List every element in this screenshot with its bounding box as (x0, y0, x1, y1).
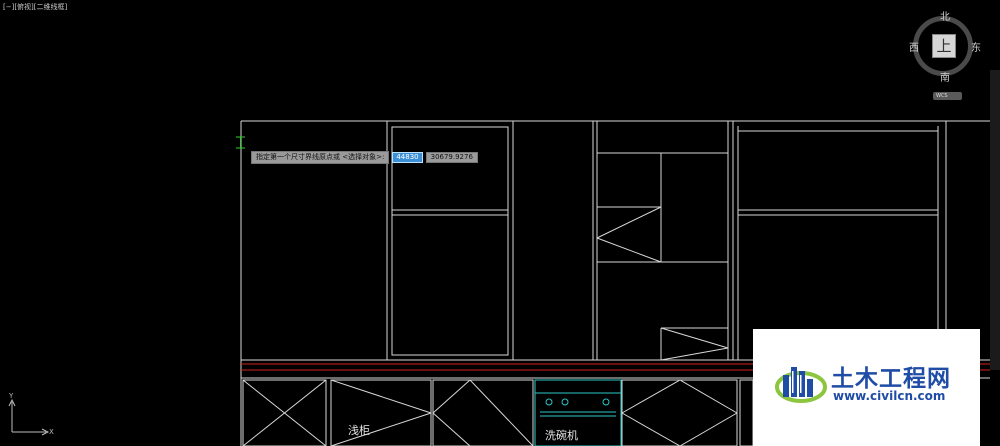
diag-a[interactable] (596, 206, 662, 239)
right-scroll-strip[interactable] (990, 70, 1000, 370)
wcs-menu-button[interactable]: WCS (933, 92, 962, 100)
dishwasher-knob-2[interactable] (561, 398, 569, 406)
lower-door-5-diag-c[interactable] (621, 412, 681, 446)
watermark-title: 土木工程网 (831, 366, 951, 392)
lower-door-5-diag-d[interactable] (679, 412, 738, 446)
ucs-icon: Y X (8, 392, 54, 436)
viewcube-south[interactable]: 南 (940, 69, 950, 84)
viewcube[interactable]: 上 北 南 东 西 (909, 8, 983, 88)
dynamic-input-prompt[interactable]: 指定第一个尺寸界线原点或 <选择对象>: 44830 30679.9276 (251, 151, 478, 164)
lower-door-5-diag-b[interactable] (679, 379, 738, 414)
svg-text:X: X (49, 428, 54, 436)
svg-text:Y: Y (8, 392, 14, 400)
drawing-viewport[interactable]: [−][俯视][二维线框] Y X 指定第一个尺寸界线原点或 <选择对象>: 4… (0, 0, 1000, 446)
lower-door-3[interactable] (432, 379, 534, 446)
watermark-panel: 土木工程网 www.civilcn.com (753, 329, 980, 446)
prompt-text: 指定第一个尺寸界线原点或 <选择对象>: (251, 151, 390, 164)
building-logo-icon (775, 367, 827, 403)
x-coordinate-input[interactable]: 44830 (392, 152, 423, 163)
lower-door-3-diag-a[interactable] (432, 379, 471, 414)
viewcube-west[interactable]: 西 (909, 39, 919, 54)
lower-door-2-diag-b[interactable] (330, 412, 432, 446)
viewcube-top-face[interactable]: 上 (932, 34, 956, 58)
viewcube-east[interactable]: 东 (971, 39, 981, 54)
lower-door-3-diag-b[interactable] (469, 379, 534, 446)
dishwasher-knob-1[interactable] (545, 398, 553, 406)
diag-d[interactable] (660, 347, 729, 361)
lower-door-6[interactable] (739, 379, 754, 446)
dishwasher-knob-3[interactable] (602, 398, 610, 406)
dishwasher-label: 洗碗机 (545, 429, 578, 442)
viewcube-north[interactable]: 北 (940, 8, 950, 23)
upper-unit-3[interactable] (732, 120, 947, 361)
y-coordinate-input[interactable]: 30679.9276 (425, 152, 478, 163)
watermark-url: www.civilcn.com (833, 389, 946, 403)
diag-c[interactable] (660, 327, 729, 349)
cabinet-label: 浅柜 (348, 424, 370, 437)
diag-b[interactable] (596, 237, 662, 263)
lower-door-2[interactable] (330, 379, 432, 446)
lower-door-5[interactable] (621, 379, 738, 446)
lower-door-3-diag-c[interactable] (432, 412, 471, 446)
lower-door-5-diag-a[interactable] (621, 379, 681, 414)
lower-door-2-diag-a[interactable] (330, 379, 432, 414)
